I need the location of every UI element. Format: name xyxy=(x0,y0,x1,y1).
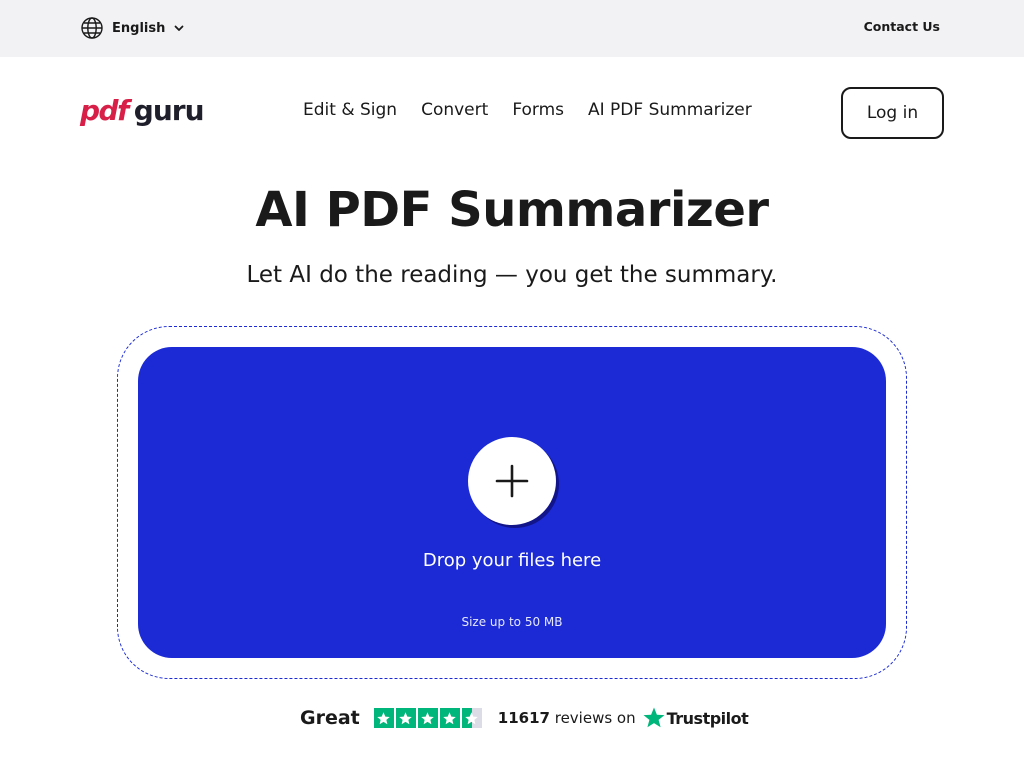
chevron-down-icon xyxy=(174,25,184,31)
logo-part-pdf: pdf xyxy=(80,94,129,127)
main-nav: Edit & Sign Convert Forms AI PDF Summari… xyxy=(303,100,752,120)
review-count-text: 11617 reviews on xyxy=(498,709,636,727)
star-icon xyxy=(439,708,460,728)
top-bar: English Contact Us xyxy=(0,0,1024,57)
trustpilot-star-icon xyxy=(643,707,665,728)
pdf-guru-logo[interactable]: pdf guru xyxy=(80,94,206,130)
trustpilot-logo[interactable]: Trustpilot xyxy=(642,706,749,730)
page-subtitle: Let AI do the reading — you get the summ… xyxy=(246,262,778,288)
globe-icon xyxy=(81,17,103,39)
review-count: 11617 xyxy=(497,709,550,727)
nav-forms[interactable]: Forms xyxy=(512,100,564,120)
add-file-button[interactable] xyxy=(468,437,556,525)
contact-us-link[interactable]: Contact Us xyxy=(864,19,940,34)
trustpilot-rating[interactable]: Great 11617 reviews on Trustpilot xyxy=(300,702,749,734)
rating-word: Great xyxy=(300,707,360,729)
nav-convert[interactable]: Convert xyxy=(421,100,488,120)
reviews-suffix: reviews on xyxy=(554,709,636,727)
star-icon xyxy=(417,708,438,728)
file-size-note: Size up to 50 MB xyxy=(461,615,563,629)
star-half-icon xyxy=(461,708,482,728)
star-icon xyxy=(373,708,394,728)
logo-part-guru: guru xyxy=(133,94,205,127)
nav-edit-sign[interactable]: Edit & Sign xyxy=(303,100,397,120)
star-icon xyxy=(395,708,416,728)
rating-stars xyxy=(373,708,484,728)
plus-icon xyxy=(495,464,529,498)
language-selector[interactable]: English xyxy=(80,16,185,40)
page-title: AI PDF Summarizer xyxy=(255,182,769,238)
file-dropzone[interactable]: Drop your files here Size up to 50 MB xyxy=(138,347,886,658)
drop-files-label: Drop your files here xyxy=(422,550,602,571)
trustpilot-brand: Trustpilot xyxy=(666,708,749,728)
nav-ai-pdf-summarizer[interactable]: AI PDF Summarizer xyxy=(588,100,752,120)
language-label: English xyxy=(112,20,166,36)
login-button[interactable]: Log in xyxy=(841,87,944,139)
